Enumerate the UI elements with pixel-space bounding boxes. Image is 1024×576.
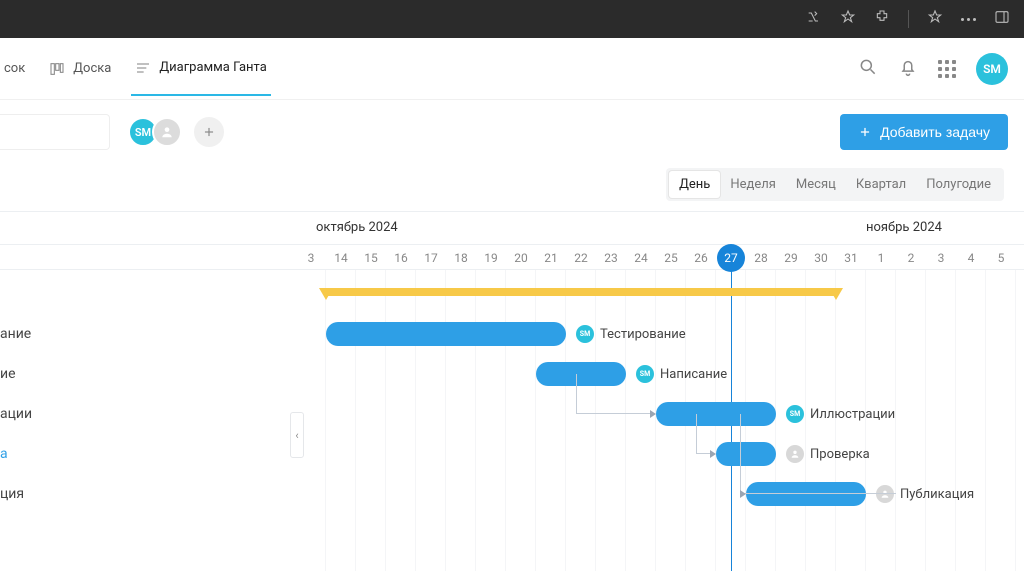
sub-row: SM Добавить задачу (0, 100, 1024, 164)
day-cell: 14 (326, 245, 356, 269)
board-icon (49, 61, 65, 77)
task-bar-1[interactable] (326, 322, 566, 346)
tab-list[interactable]: сок (0, 43, 29, 94)
gantt-icon (135, 60, 151, 76)
apps-icon[interactable] (938, 60, 956, 78)
sidebar-toggle-icon[interactable] (994, 9, 1010, 29)
day-cell: 16 (386, 245, 416, 269)
assignee-avatar: SM (576, 325, 594, 343)
side-row-3[interactable]: ации (0, 394, 296, 434)
more-icon[interactable] (961, 18, 976, 21)
side-labels: ание ие ации а ция (0, 270, 296, 514)
read-aloud-icon[interactable] (806, 9, 822, 29)
day-header: 3141516171819202122232425262728293031123… (0, 244, 1024, 270)
bar-area: SMТестированиеSMНаписаниеSMИллюстрацииПр… (296, 270, 1024, 571)
header-actions: SM (858, 53, 1008, 85)
scale-day[interactable]: День (669, 171, 720, 198)
member-chip-unassigned[interactable] (152, 117, 182, 147)
day-cell: 29 (776, 245, 806, 269)
day-cell: 20 (506, 245, 536, 269)
day-cell: 24 (626, 245, 656, 269)
side-row-4[interactable]: а (0, 434, 296, 474)
day-cell: 28 (746, 245, 776, 269)
tab-list-label: сок (4, 61, 25, 76)
tab-gantt-label: Диаграмма Ганта (159, 60, 266, 75)
scale-month[interactable]: Месяц (786, 171, 846, 198)
day-cell: 26 (686, 245, 716, 269)
scale-week[interactable]: Неделя (720, 171, 786, 198)
day-cell: 17 (416, 245, 446, 269)
search-icon[interactable] (858, 57, 878, 81)
day-cell: 3 (926, 245, 956, 269)
day-cell: 19 (476, 245, 506, 269)
task-name-text: Публикация (900, 487, 974, 502)
summary-bar[interactable] (326, 288, 836, 296)
add-task-label: Добавить задачу (880, 124, 990, 140)
bell-icon[interactable] (898, 57, 918, 81)
scale-group: День Неделя Месяц Квартал Полугодие (666, 168, 1004, 201)
add-task-button[interactable]: Добавить задачу (840, 114, 1008, 150)
day-cell: 21 (536, 245, 566, 269)
day-cell: 30 (806, 245, 836, 269)
browser-chrome (0, 0, 1024, 38)
project-name-field[interactable] (0, 114, 110, 150)
scale-quarter[interactable]: Квартал (846, 171, 916, 198)
task-label-1: SM Тестирование (576, 322, 686, 346)
scale-halfyear[interactable]: Полугодие (916, 171, 1001, 198)
month-label-right: ноябрь 2024 (866, 220, 942, 235)
side-row-1[interactable]: ание (0, 314, 296, 354)
month-header: октябрь 2024 ноябрь 2024 (0, 212, 1024, 244)
task-name-text: Тестирование (600, 327, 686, 342)
day-cell: 3 (296, 245, 326, 269)
tab-board[interactable]: Доска (45, 43, 115, 95)
day-cell: 4 (956, 245, 986, 269)
tab-board-label: Доска (73, 61, 111, 76)
favorite-star-icon[interactable] (840, 9, 856, 29)
side-row-2[interactable]: ие (0, 354, 296, 394)
day-cell: 18 (446, 245, 476, 269)
day-cell: 5 (986, 245, 1016, 269)
member-chips: SM (128, 117, 224, 147)
tab-gantt[interactable]: Диаграмма Ганта (131, 42, 270, 96)
day-cell: 31 (836, 245, 866, 269)
day-cell: 22 (566, 245, 596, 269)
day-cell: 27 (716, 245, 746, 269)
side-row-5[interactable]: ция (0, 474, 296, 514)
day-cell: 15 (356, 245, 386, 269)
month-label-left: октябрь 2024 (316, 220, 398, 235)
day-cell: 23 (596, 245, 626, 269)
collapse-handle[interactable]: ‹ (290, 412, 304, 458)
scale-row: День Неделя Месяц Квартал Полугодие (0, 164, 1024, 211)
day-cell: 2 (896, 245, 926, 269)
add-member-button[interactable] (194, 117, 224, 147)
gantt-chart: октябрь 2024 ноябрь 2024 314151617181920… (0, 211, 1024, 571)
task-name-text: Написание (660, 367, 727, 382)
view-tabs: сок Доска Диаграмма Ганта (0, 42, 271, 96)
separator (908, 10, 909, 28)
plus-icon (858, 125, 872, 139)
app-header: сок Доска Диаграмма Ганта SM (0, 38, 1024, 100)
avatar[interactable]: SM (976, 53, 1008, 85)
collections-icon[interactable] (927, 9, 943, 29)
side-row-summary[interactable] (0, 270, 296, 314)
day-cell: 25 (656, 245, 686, 269)
extensions-icon[interactable] (874, 9, 890, 29)
day-cell: 1 (866, 245, 896, 269)
